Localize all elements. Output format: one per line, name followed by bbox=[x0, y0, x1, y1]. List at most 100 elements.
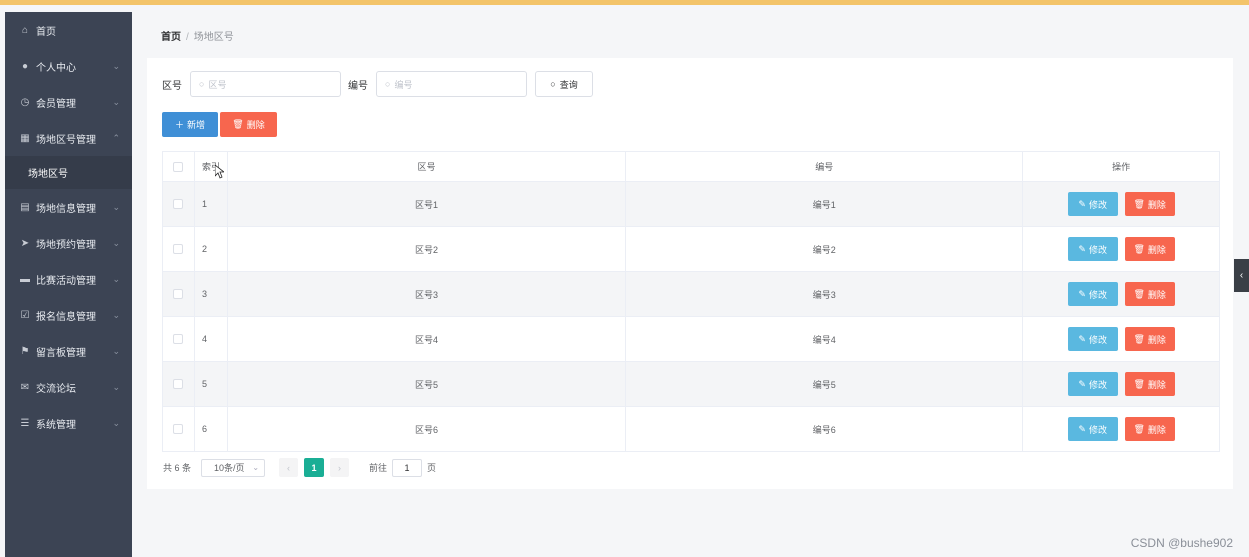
header-code: 编号 bbox=[626, 152, 1024, 181]
edit-icon: ✎ bbox=[1078, 243, 1086, 254]
row-check-cell bbox=[163, 362, 195, 406]
edit-button[interactable]: ✎ 修改 bbox=[1067, 327, 1118, 351]
cell-zone: 区号5 bbox=[228, 362, 627, 406]
next-page-button[interactable]: › bbox=[330, 458, 350, 477]
delete-button[interactable]: 🗑 删除 bbox=[1124, 237, 1175, 261]
row-checkbox[interactable] bbox=[173, 244, 184, 254]
delete-button[interactable]: 🗑 删除 bbox=[1124, 327, 1175, 351]
trash-icon: 🗑 bbox=[232, 119, 244, 129]
edit-label: 修改 bbox=[1088, 244, 1107, 255]
cell-ops: ✎ 修改 🗑 删除 bbox=[1023, 227, 1219, 271]
select-all-checkbox[interactable] bbox=[173, 161, 184, 172]
edit-button[interactable]: ✎ 修改 bbox=[1067, 192, 1118, 216]
delete-button[interactable]: 🗑 删除 bbox=[1124, 417, 1175, 441]
cell-code: 编号6 bbox=[626, 407, 1024, 451]
row-checkbox[interactable] bbox=[173, 334, 184, 344]
goto-prefix: 前往 bbox=[369, 463, 388, 473]
breadcrumb-current: 场地区号 bbox=[193, 32, 234, 43]
sidebar-item-messages[interactable]: ⚑ 留言板管理 ⌄ bbox=[5, 333, 132, 369]
sidebar-item-label: 会员管理 bbox=[36, 98, 76, 110]
sidebar-item-reservations[interactable]: ➤ 场地预约管理 ⌄ bbox=[5, 225, 132, 261]
chevron-down-icon: ⌄ bbox=[112, 309, 120, 320]
checkbox-icon: ☑ bbox=[20, 309, 30, 321]
search-icon: ○ bbox=[550, 79, 556, 89]
main-content: 首页 / 场地区号 区号 ○ 区号 编号 ○ 编号 ○ 查询 ＋新增 🗑 删除 索引 区号 … bbox=[133, 12, 1249, 557]
chevron-right-icon: › bbox=[338, 462, 342, 473]
chevron-down-icon: ⌄ bbox=[252, 463, 260, 472]
chevron-down-icon: ⌄ bbox=[112, 237, 120, 248]
chevron-down-icon: ⌄ bbox=[112, 381, 120, 392]
query-button[interactable]: ○ 查询 bbox=[535, 71, 593, 97]
row-checkbox[interactable] bbox=[173, 199, 184, 209]
row-check-cell bbox=[163, 227, 195, 271]
mouse-cursor-icon bbox=[215, 165, 224, 179]
collapse-handle[interactable]: ‹ bbox=[1234, 259, 1249, 292]
edit-button[interactable]: ✎ 修改 bbox=[1067, 372, 1118, 396]
sidebar-item-zones[interactable]: ▦ 场地区号管理 ⌃ bbox=[5, 120, 132, 156]
breadcrumb: 首页 / 场地区号 bbox=[161, 28, 234, 43]
delete-label: 删除 bbox=[1147, 289, 1166, 300]
trash-icon: 🗑 bbox=[1133, 288, 1145, 299]
goto-suffix: 页 bbox=[427, 463, 437, 473]
content-panel: 区号 ○ 区号 编号 ○ 编号 ○ 查询 ＋新增 🗑 删除 索引 区号 编号 操作 1 … bbox=[147, 58, 1233, 489]
page-number-current[interactable]: 1 bbox=[304, 458, 325, 477]
query-label: 查询 bbox=[559, 79, 578, 90]
search-form: 区号 ○ 区号 编号 ○ 编号 ○ 查询 bbox=[162, 71, 593, 97]
sidebar: ⌂ 首页 ● 个人中心 ⌄ ◷ 会员管理 ⌄ ▦ 场地区号管理 ⌃ 场地区号 ▤ 场地信息管理 ⌄… bbox=[5, 12, 132, 557]
sidebar-item-label: 场地预约管理 bbox=[36, 239, 96, 251]
batch-delete-button[interactable]: 🗑 删除 bbox=[220, 112, 277, 137]
sidebar-item-profile[interactable]: ● 个人中心 ⌄ bbox=[5, 48, 132, 84]
prev-page-button[interactable]: ‹ bbox=[279, 458, 299, 477]
row-checkbox[interactable] bbox=[173, 289, 184, 299]
breadcrumb-home[interactable]: 首页 bbox=[161, 32, 181, 43]
table-header: 索引 区号 编号 操作 bbox=[163, 152, 1219, 181]
header-zone: 区号 bbox=[228, 152, 627, 181]
edit-icon: ✎ bbox=[1078, 423, 1086, 434]
bank-icon: ▬ bbox=[20, 273, 30, 285]
watermark: CSDN @bushe902 bbox=[1130, 536, 1233, 550]
cell-index: 3 bbox=[195, 272, 228, 316]
zone-search-input[interactable]: ○ 区号 bbox=[190, 71, 341, 97]
delete-button[interactable]: 🗑 删除 bbox=[1124, 372, 1175, 396]
sidebar-subitem-zone[interactable]: 场地区号 bbox=[5, 156, 132, 189]
trash-icon: 🗑 bbox=[1133, 243, 1145, 254]
cell-zone: 区号6 bbox=[228, 407, 627, 451]
grid-icon: ▦ bbox=[20, 132, 30, 144]
page-size-select[interactable]: 10条/页 ⌄ bbox=[201, 458, 266, 477]
cell-code: 编号3 bbox=[626, 272, 1024, 316]
sidebar-item-home[interactable]: ⌂ 首页 bbox=[5, 12, 132, 48]
sidebar-item-system[interactable]: ☰ 系统管理 ⌄ bbox=[5, 405, 132, 441]
cell-ops: ✎ 修改 🗑 删除 bbox=[1023, 182, 1219, 226]
delete-button[interactable]: 🗑 删除 bbox=[1124, 192, 1175, 216]
edit-button[interactable]: ✎ 修改 bbox=[1067, 417, 1118, 441]
sidebar-item-label: 留言板管理 bbox=[36, 347, 86, 359]
delete-button[interactable]: 🗑 删除 bbox=[1124, 282, 1175, 306]
select-all-cell bbox=[163, 152, 195, 181]
table-row: 2 区号2 编号2 ✎ 修改 🗑 删除 bbox=[163, 226, 1219, 271]
sidebar-item-events[interactable]: ▬ 比赛活动管理 ⌄ bbox=[5, 261, 132, 297]
row-checkbox[interactable] bbox=[173, 424, 184, 434]
cell-zone: 区号1 bbox=[228, 182, 627, 226]
table-row: 5 区号5 编号5 ✎ 修改 🗑 删除 bbox=[163, 361, 1219, 406]
sidebar-item-forum[interactable]: ✉ 交流论坛 ⌄ bbox=[5, 369, 132, 405]
sidebar-item-members[interactable]: ◷ 会员管理 ⌄ bbox=[5, 84, 132, 120]
flag-icon: ⚑ bbox=[20, 345, 30, 357]
chevron-down-icon: ⌄ bbox=[112, 96, 120, 107]
sidebar-item-label: 个人中心 bbox=[36, 62, 76, 74]
sidebar-item-registrations[interactable]: ☑ 报名信息管理 ⌄ bbox=[5, 297, 132, 333]
code-search-input[interactable]: ○ 编号 bbox=[376, 71, 527, 97]
row-checkbox[interactable] bbox=[173, 379, 184, 389]
sidebar-item-venue-info[interactable]: ▤ 场地信息管理 ⌄ bbox=[5, 189, 132, 225]
edit-button[interactable]: ✎ 修改 bbox=[1067, 237, 1118, 261]
row-check-cell bbox=[163, 182, 195, 226]
chevron-left-icon: ‹ bbox=[287, 462, 291, 473]
user-icon: ● bbox=[21, 60, 29, 72]
add-button[interactable]: ＋新增 bbox=[162, 112, 218, 137]
chevron-left-icon: ‹ bbox=[1239, 270, 1244, 281]
page-size-value: 10条/页 bbox=[214, 463, 245, 473]
edit-button[interactable]: ✎ 修改 bbox=[1067, 282, 1118, 306]
cell-ops: ✎ 修改 🗑 删除 bbox=[1023, 272, 1219, 316]
cell-code: 编号4 bbox=[626, 317, 1024, 361]
goto-page-input[interactable]: 1 bbox=[392, 458, 423, 477]
sidebar-item-label: 交流论坛 bbox=[36, 383, 76, 395]
